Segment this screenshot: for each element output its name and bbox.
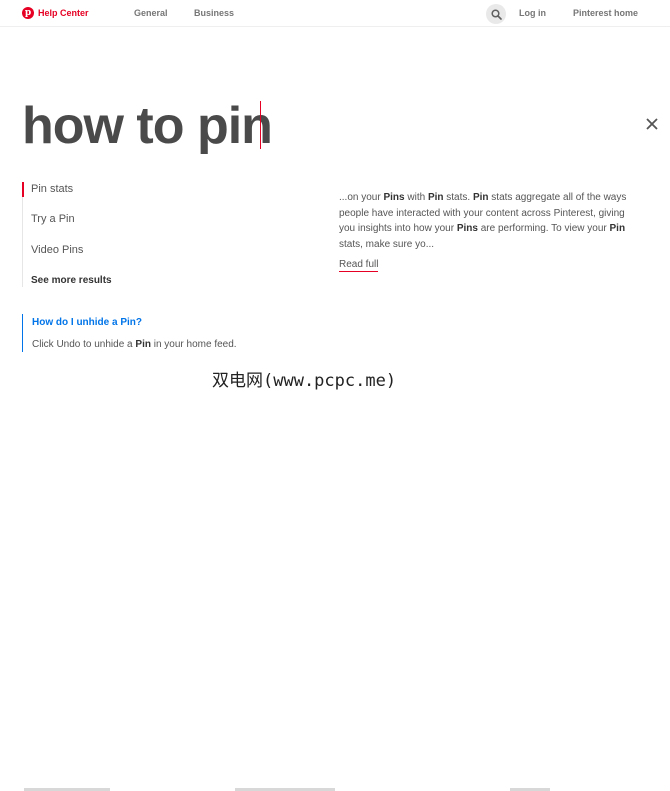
snippet-highlight: Pin (472, 192, 489, 203)
text-cursor (260, 101, 261, 149)
see-more-results-link[interactable]: See more results (31, 275, 112, 286)
pinterest-logo-icon: p (22, 7, 34, 19)
snippet-highlight: Pin (427, 192, 444, 203)
search-button[interactable] (486, 4, 506, 24)
search-query-input[interactable]: how to pin (22, 96, 273, 156)
nav-business[interactable]: Business (194, 8, 234, 18)
suggestion-divider (22, 197, 23, 287)
snippet-text: with (404, 192, 428, 203)
snippet-highlight: Pin (609, 223, 626, 235)
faq-answer-text: Click Undo to unhide a (32, 339, 136, 350)
snippet-text: stats, make sure yo... (339, 239, 435, 251)
snippet-highlight: Pins (456, 223, 478, 235)
pinterest-home-link[interactable]: Pinterest home (573, 8, 638, 18)
suggestion-try-a-pin[interactable]: Try a Pin (31, 213, 75, 225)
help-center-label: Help Center (38, 8, 89, 18)
cut-off-content-row (0, 393, 670, 791)
snippet-text: stats. (443, 192, 473, 203)
faq-accent-bar (22, 314, 23, 352)
snippet-text: ...on your (339, 192, 384, 203)
snippet-text: are performing. To view your (477, 223, 610, 235)
snippet-highlight: Pins (383, 192, 405, 203)
faq-question-link[interactable]: How do I unhide a Pin? (32, 317, 142, 328)
faq-answer: Click Undo to unhide a Pin in your home … (32, 339, 237, 350)
search-icon (490, 8, 502, 20)
top-header: p Help Center General Business Log in Pi… (0, 0, 670, 27)
help-center-logo-link[interactable]: p Help Center (22, 7, 89, 19)
suggestion-pin-stats[interactable]: Pin stats (31, 183, 73, 195)
suggestion-video-pins[interactable]: Video Pins (31, 244, 83, 256)
faq-answer-text: in your home feed. (150, 339, 237, 350)
close-icon (646, 118, 658, 130)
active-suggestion-indicator (22, 182, 24, 197)
nav-general[interactable]: General (134, 8, 168, 18)
result-snippet: ...on your Pins with Pin stats. Pin stat… (339, 190, 639, 253)
close-search-button[interactable] (644, 116, 660, 132)
site-watermark: 双电网(www.pcpc.me) (212, 371, 397, 391)
login-link[interactable]: Log in (519, 8, 546, 18)
faq-answer-highlight: Pin (135, 339, 151, 350)
read-full-link[interactable]: Read full (339, 258, 379, 272)
